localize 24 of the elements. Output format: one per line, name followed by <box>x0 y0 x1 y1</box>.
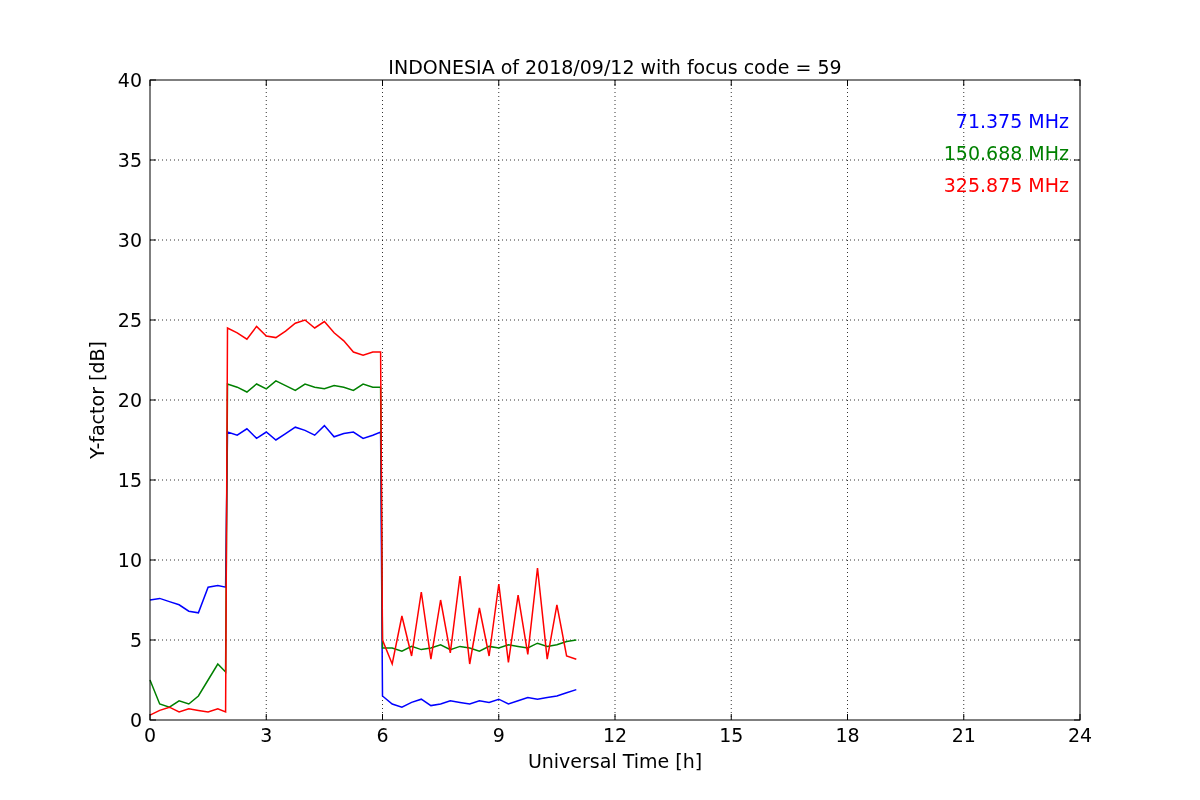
y-axis-label: Y-factor [dB] <box>86 341 108 459</box>
x-tick-label: 0 <box>143 724 157 746</box>
y-tick-label: 0 <box>129 709 142 731</box>
x-tick-label: 6 <box>376 724 389 746</box>
x-axis-label: Universal Time [h] <box>527 750 703 772</box>
y-tick-label: 20 <box>117 389 142 411</box>
y-tick-label: 35 <box>117 149 142 171</box>
x-tick-label: 15 <box>719 724 744 746</box>
x-tick-label: 24 <box>1067 724 1093 746</box>
y-tick-label: 30 <box>117 229 142 251</box>
x-tick-label: 3 <box>260 724 273 746</box>
legend-label: 150.688 MHz <box>943 142 1069 164</box>
legend-label: 325.875 MHz <box>943 174 1069 196</box>
y-tick-label: 10 <box>117 549 142 571</box>
chart-title: INDONESIA of 2018/09/12 with focus code = 59 <box>388 56 842 78</box>
y-tick-label: 25 <box>117 309 142 331</box>
y-tick-label: 5 <box>129 629 142 651</box>
x-tick-label: 18 <box>835 724 860 746</box>
y-tick-label: 40 <box>117 69 142 91</box>
x-tick-label: 12 <box>602 724 628 746</box>
x-tick-label: 9 <box>492 724 505 746</box>
legend-label: 71.375 MHz <box>955 110 1069 132</box>
y-tick-label: 15 <box>117 469 142 491</box>
x-tick-label: 21 <box>951 724 976 746</box>
